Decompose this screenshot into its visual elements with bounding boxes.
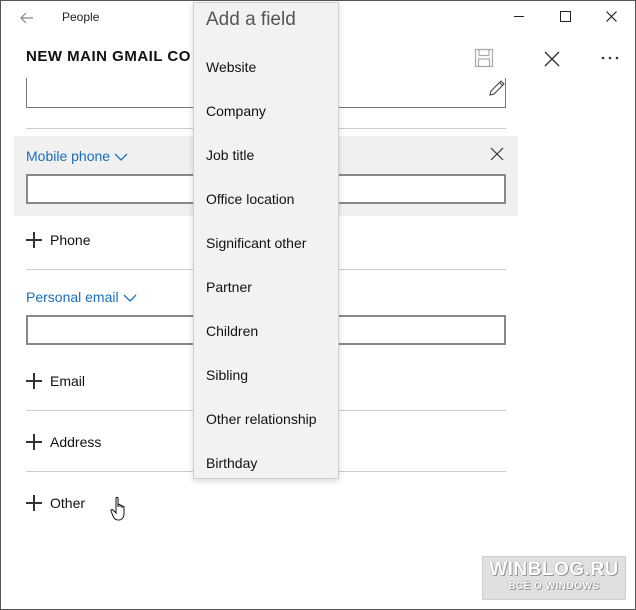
personal-email-type-selector[interactable]: Personal email (26, 289, 137, 305)
watermark: WINBLOG.RU ВСЁ О WINDOWS (482, 556, 626, 600)
mobile-phone-type-selector[interactable]: Mobile phone (26, 148, 128, 164)
contact-title: NEW MAIN GMAIL CO (26, 48, 191, 65)
window-close-button[interactable] (588, 1, 634, 33)
add-email-label: Email (50, 373, 86, 389)
back-arrow-icon (20, 12, 33, 24)
dropdown-title: Add a field (206, 9, 296, 30)
dropdown-item-office-location[interactable]: Office location (206, 191, 294, 207)
edit-name-button[interactable] (487, 78, 509, 100)
app-name: People (62, 10, 100, 24)
dropdown-item-job-title[interactable]: Job title (206, 147, 254, 163)
remove-field-button[interactable] (486, 143, 508, 165)
add-address-button[interactable]: Address (26, 431, 101, 453)
chevron-down-icon (123, 294, 137, 303)
watermark-title: WINBLOG.RU (489, 559, 619, 580)
dropdown-item-partner[interactable]: Partner (206, 279, 252, 295)
dropdown-item-other-relationship[interactable]: Other relationship (206, 411, 317, 427)
minimize-icon (514, 16, 524, 18)
minimize-button[interactable] (496, 1, 542, 33)
dropdown-item-children[interactable]: Children (206, 323, 258, 339)
dropdown-item-sibling[interactable]: Sibling (206, 367, 248, 383)
plus-icon (26, 434, 42, 450)
save-icon (474, 48, 494, 67)
dropdown-item-website[interactable]: Website (206, 59, 256, 75)
plus-icon (26, 495, 42, 511)
add-email-button[interactable]: Email (26, 370, 85, 392)
add-field-dropdown: Add a field Website Company Job title Of… (193, 2, 339, 479)
maximize-button[interactable] (542, 1, 588, 33)
more-button[interactable] (596, 44, 624, 72)
mobile-phone-label: Mobile phone (26, 148, 111, 164)
add-other-label: Other (50, 495, 86, 511)
more-icon (601, 56, 619, 60)
maximize-icon (559, 11, 571, 23)
pencil-icon (489, 80, 505, 96)
hand-cursor-icon (110, 496, 125, 521)
dropdown-item-significant-other[interactable]: Significant other (206, 235, 306, 251)
add-phone-label: Phone (50, 232, 91, 248)
personal-email-label: Personal email (26, 289, 119, 305)
close-contact-button[interactable] (538, 44, 566, 72)
close-icon (490, 147, 504, 161)
close-icon (605, 11, 617, 23)
add-phone-button[interactable]: Phone (26, 229, 90, 251)
back-button[interactable] (15, 7, 39, 27)
close-icon (544, 51, 560, 67)
dropdown-item-company[interactable]: Company (206, 103, 266, 119)
add-other-button[interactable]: Other (26, 492, 85, 514)
add-address-label: Address (50, 434, 102, 450)
plus-icon (26, 373, 42, 389)
save-button[interactable] (470, 44, 498, 72)
dropdown-item-birthday[interactable]: Birthday (206, 455, 257, 471)
chevron-down-icon (114, 153, 128, 162)
plus-icon (26, 232, 42, 248)
watermark-subtitle: ВСЁ О WINDOWS (508, 581, 600, 592)
